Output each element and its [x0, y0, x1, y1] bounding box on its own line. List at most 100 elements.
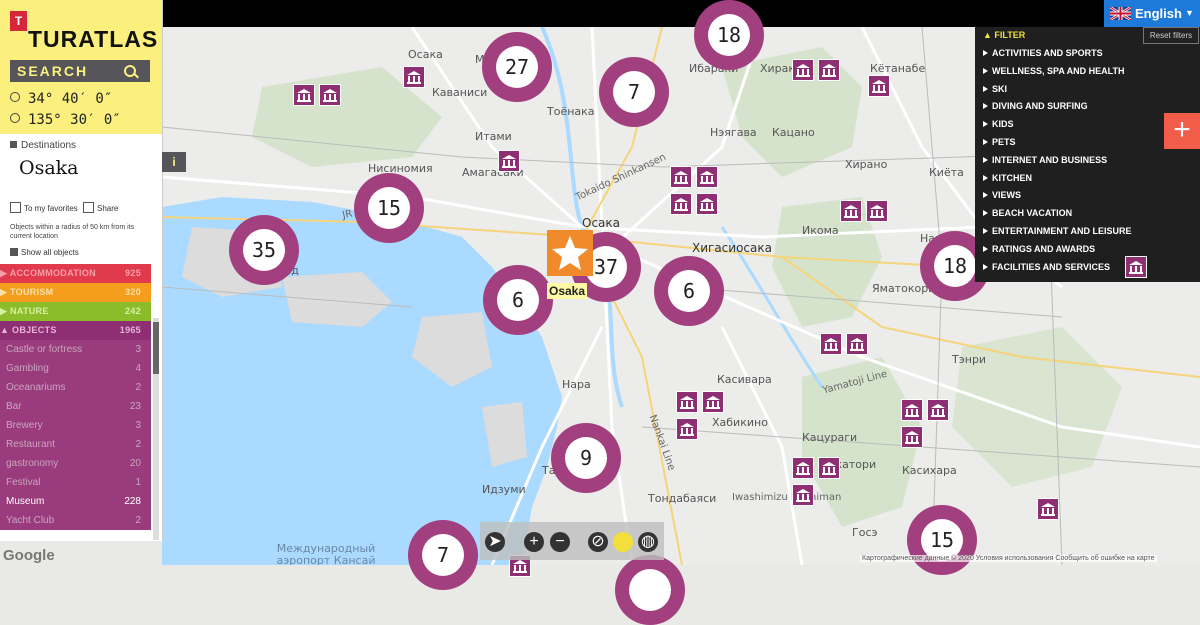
- museum-icon[interactable]: [792, 457, 814, 479]
- cluster-marker[interactable]: 18: [694, 0, 764, 70]
- category-tourism[interactable]: ▶ TOURISM 320: [0, 283, 151, 302]
- map-credits[interactable]: Картографические данные © 2020 Условия и…: [860, 555, 1157, 562]
- museum-icon[interactable]: [403, 66, 425, 88]
- museum-icon[interactable]: [670, 193, 692, 215]
- map-label: Международный аэропорт Кансай: [276, 542, 376, 566]
- cluster-marker[interactable]: 9: [551, 423, 621, 493]
- show-all-checkbox[interactable]: Show all objects: [10, 248, 79, 257]
- subcategory-item[interactable]: Festival 1: [0, 473, 151, 492]
- museum-icon[interactable]: [670, 166, 692, 188]
- globe-icon[interactable]: ◍: [638, 532, 658, 552]
- filter-item[interactable]: SKI: [982, 84, 1007, 94]
- cluster-marker[interactable]: 6: [483, 265, 553, 335]
- info-button[interactable]: i: [162, 152, 186, 172]
- museum-icon[interactable]: [901, 426, 923, 448]
- share-button[interactable]: Share: [83, 202, 118, 213]
- filter-item[interactable]: PETS: [983, 137, 1016, 147]
- cluster-marker[interactable]: 35: [229, 215, 299, 285]
- subcategory-item[interactable]: Brewery 3: [0, 416, 151, 435]
- language-selector[interactable]: English ▼: [1104, 0, 1200, 27]
- logo-icon[interactable]: T: [10, 11, 27, 31]
- filter-item[interactable]: KITCHEN: [983, 173, 1032, 183]
- category-nature[interactable]: ▶ NATURE 242: [0, 302, 151, 321]
- cluster-marker[interactable]: 7: [408, 520, 478, 590]
- map-label: Нэягава: [710, 126, 757, 139]
- category-objects[interactable]: ▲ OBJECTS 1965: [0, 321, 151, 340]
- map-type-icon[interactable]: ⊘: [588, 532, 608, 552]
- museum-icon[interactable]: [901, 399, 923, 421]
- museum-icon[interactable]: [818, 59, 840, 81]
- filter-item[interactable]: VIEWS: [982, 190, 1021, 200]
- category-accommodation[interactable]: ▶ ACCOMMODATION 925: [0, 264, 151, 283]
- museum-icon[interactable]: [676, 418, 698, 440]
- filter-item[interactable]: FACILITIES AND SERVICES: [982, 262, 1110, 272]
- museum-icon[interactable]: [927, 399, 949, 421]
- locate-icon[interactable]: ➤: [485, 532, 505, 552]
- filter-title[interactable]: ▲ FILTER: [983, 30, 1025, 40]
- filter-item[interactable]: ACTIVITIES AND SPORTS: [983, 48, 1103, 58]
- reset-filters-button[interactable]: Reset filters: [1143, 27, 1199, 44]
- destination-star-marker[interactable]: [547, 230, 593, 276]
- filter-item[interactable]: DIVING AND SURFING: [983, 101, 1088, 111]
- cluster-marker[interactable]: 6: [654, 256, 724, 326]
- filter-item[interactable]: KIDS: [983, 119, 1014, 129]
- filter-item[interactable]: RATINGS AND AWARDS: [982, 244, 1095, 254]
- museum-icon[interactable]: [293, 84, 315, 106]
- museum-icon[interactable]: [319, 84, 341, 106]
- longitude-field[interactable]: 135° 30′ 0″: [10, 112, 121, 128]
- latitude-field[interactable]: 34° 40′ 0″: [10, 91, 112, 107]
- museum-icon[interactable]: [868, 75, 890, 97]
- cluster-marker[interactable]: 7: [599, 57, 669, 127]
- museum-icon[interactable]: [840, 200, 862, 222]
- category-scrollbar[interactable]: [153, 318, 159, 540]
- search-button[interactable]: SEARCH: [10, 60, 150, 82]
- subcategory-label: Restaurant: [6, 439, 55, 450]
- map-label: Тоёнака: [547, 105, 595, 118]
- chevron-down-icon: ▼: [1185, 8, 1194, 18]
- add-button[interactable]: +: [1164, 113, 1200, 149]
- museum-icon[interactable]: [498, 150, 520, 172]
- map-label: Кётанабе: [870, 62, 926, 75]
- museum-icon[interactable]: [1037, 498, 1059, 520]
- share-icon: [83, 202, 94, 213]
- museum-icon[interactable]: [818, 457, 840, 479]
- subcategory-item[interactable]: Bar 23: [0, 397, 151, 416]
- museum-icon[interactable]: [792, 484, 814, 506]
- left-panel: T TURATLAS SEARCH 34° 40′ 0″ 135° 30′ 0″…: [0, 0, 163, 541]
- museum-icon[interactable]: [702, 391, 724, 413]
- museum-icon[interactable]: [820, 333, 842, 355]
- subcategory-item[interactable]: Museum 228: [0, 492, 151, 511]
- filter-item[interactable]: ENTERTAINMENT AND LEISURE: [983, 226, 1132, 236]
- filter-item[interactable]: BEACH VACATION: [982, 208, 1072, 218]
- cluster-marker[interactable]: 27: [482, 32, 552, 102]
- museum-icon[interactable]: [1125, 256, 1147, 278]
- filter-item[interactable]: INTERNET AND BUSINESS: [982, 155, 1107, 165]
- scrollbar-thumb[interactable]: [153, 322, 159, 374]
- subcategory-item[interactable]: Oceanariums 2: [0, 378, 151, 397]
- museum-icon[interactable]: [696, 166, 718, 188]
- category-arrow-icon: ▲: [0, 325, 13, 335]
- subcategory-label: Museum: [6, 496, 45, 507]
- satellite-icon[interactable]: ●: [613, 532, 633, 552]
- museum-icon[interactable]: [696, 193, 718, 215]
- zoom-out-icon[interactable]: −: [550, 532, 570, 552]
- museum-icon[interactable]: [792, 59, 814, 81]
- museum-icon[interactable]: [846, 333, 868, 355]
- map-label: Кацураги: [802, 431, 858, 444]
- zoom-in-icon[interactable]: +: [524, 532, 544, 552]
- logo-text[interactable]: TURATLAS: [28, 26, 158, 53]
- longitude-icon: [10, 113, 20, 123]
- filter-item[interactable]: WELLNESS, SPA AND HEALTH: [983, 66, 1125, 76]
- subcategory-item[interactable]: Yacht Club 2: [0, 511, 151, 530]
- subcategory-item[interactable]: gastronomy 20: [0, 454, 151, 473]
- museum-icon[interactable]: [676, 391, 698, 413]
- subcategory-item[interactable]: Gambling 4: [0, 359, 151, 378]
- favorites-button[interactable]: To my favorites: [10, 202, 78, 213]
- museum-icon[interactable]: [866, 200, 888, 222]
- cluster-marker[interactable]: [615, 555, 685, 625]
- map-label: Iwashimizu Hachiman: [732, 492, 842, 503]
- cluster-marker[interactable]: 15: [354, 173, 424, 243]
- map-label: Осака: [582, 216, 620, 230]
- subcategory-item[interactable]: Restaurant 2: [0, 435, 151, 454]
- subcategory-item[interactable]: Castle or fortress 3: [0, 340, 151, 359]
